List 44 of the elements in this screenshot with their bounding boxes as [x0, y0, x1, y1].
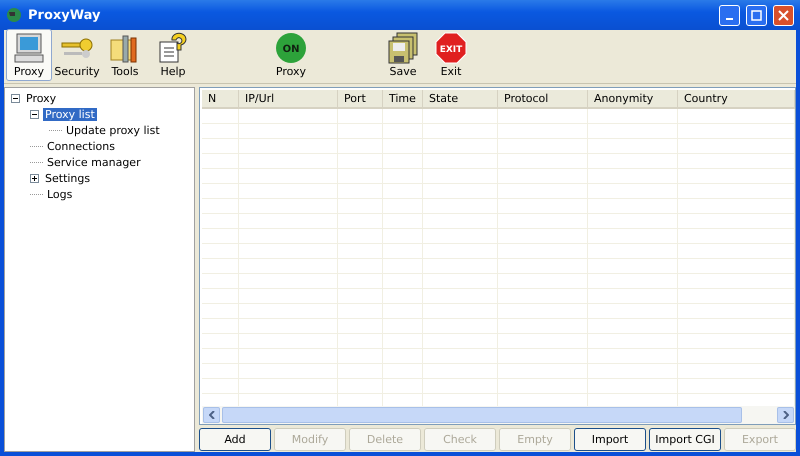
toolbar-button[interactable]: ON Proxy: [268, 29, 314, 81]
maximize-button[interactable]: [746, 4, 767, 26]
scroll-right-button[interactable]: [777, 407, 794, 423]
column-header[interactable]: N: [202, 90, 239, 107]
tree-item[interactable]: Proxy: [24, 92, 58, 104]
column-header[interactable]: Anonymity: [588, 90, 678, 107]
close-button[interactable]: [773, 4, 794, 26]
column-header[interactable]: Port: [338, 90, 383, 107]
column-header[interactable]: Country: [678, 90, 795, 107]
column-header[interactable]: Time: [383, 90, 423, 107]
expand-icon[interactable]: [30, 174, 39, 182]
maximize-icon: [751, 10, 762, 20]
tree-item[interactable]: Service manager: [45, 156, 143, 168]
toolbar-button[interactable]: EXIT Exit: [428, 29, 474, 81]
toolbar-button[interactable]: Tools: [102, 29, 148, 81]
globe-icon: [6, 7, 22, 23]
scrollbar-thumb[interactable]: [222, 407, 742, 423]
action-button[interactable]: Import CGI: [649, 428, 721, 451]
toolbar-button[interactable]: Security: [54, 29, 100, 81]
close-icon: [778, 10, 789, 20]
scroll-left-button[interactable]: [203, 407, 220, 423]
tree-item[interactable]: Settings: [43, 172, 92, 184]
minimize-icon: [726, 18, 733, 20]
tree-item[interactable]: Update proxy list: [64, 124, 162, 136]
window-title: ProxyWay: [28, 8, 102, 22]
stop-sign-icon: EXIT: [435, 32, 467, 64]
floppy-disks-icon: [387, 32, 419, 64]
column-header[interactable]: Protocol: [498, 90, 588, 107]
column-header[interactable]: State: [423, 90, 498, 107]
tree-item[interactable]: Connections: [45, 140, 117, 152]
action-button[interactable]: Add: [199, 428, 271, 451]
computer-icon: [13, 32, 45, 64]
action-button[interactable]: Import: [574, 428, 646, 451]
tree-item[interactable]: Proxy list: [43, 108, 97, 120]
toolbar-button[interactable]: Help: [150, 29, 196, 81]
minimize-button[interactable]: [719, 4, 740, 26]
on-button-icon: ON: [275, 32, 307, 64]
toolbar-button[interactable]: Proxy: [6, 29, 52, 81]
toolbar-button[interactable]: Save: [380, 29, 426, 81]
collapse-icon[interactable]: [30, 110, 39, 118]
column-header[interactable]: IP/Url: [239, 90, 338, 107]
help-icon: [158, 32, 188, 64]
tree-item[interactable]: Logs: [45, 188, 74, 200]
collapse-icon[interactable]: [11, 94, 20, 102]
